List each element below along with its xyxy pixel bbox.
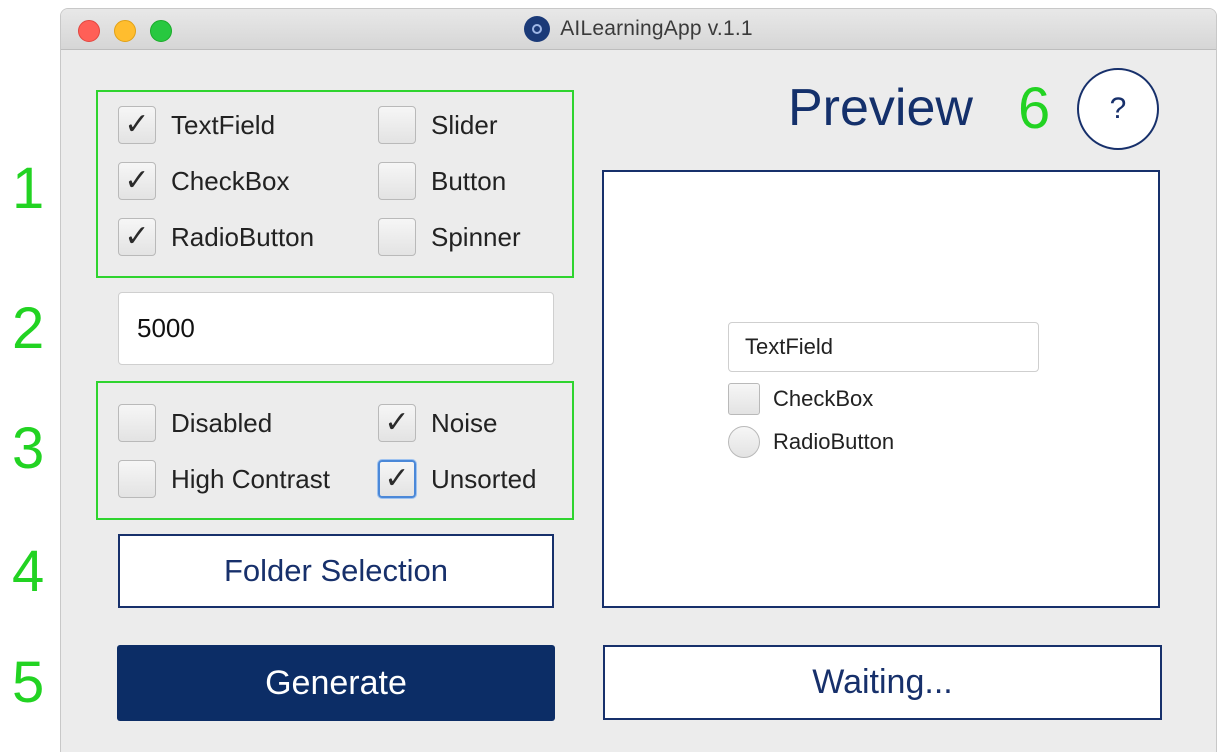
checkbox-label: Noise [431, 407, 498, 438]
preview-title: Preview [788, 79, 973, 137]
count-input[interactable]: 5000 [118, 292, 554, 365]
check-icon[interactable]: ✓ [118, 106, 156, 144]
checkbox-radiobutton[interactable]: ✓ RadioButton [118, 218, 314, 256]
radio-circle[interactable] [728, 426, 760, 458]
checkbox-box[interactable] [728, 383, 760, 415]
checkbox-slider[interactable]: Slider [378, 106, 497, 144]
annotation-1: 1 [12, 156, 45, 221]
options-group [96, 381, 574, 520]
help-button[interactable]: ? [1077, 68, 1159, 150]
checkbox-button[interactable]: Button [378, 162, 506, 200]
generate-button[interactable]: Generate [117, 645, 555, 721]
checkbox-label: Unsorted [431, 463, 537, 494]
annotation-5: 5 [12, 650, 45, 715]
checkbox-label: High Contrast [171, 463, 330, 494]
checkbox-unsorted[interactable]: ✓ Unsorted [378, 460, 537, 498]
title-bar: AILearningApp v.1.1 [61, 9, 1216, 50]
checkbox-checkbox[interactable]: ✓ CheckBox [118, 162, 290, 200]
checkbox-label: Slider [431, 109, 498, 140]
folder-selection-button[interactable]: Folder Selection [118, 534, 554, 608]
checkbox-disabled[interactable]: Disabled [118, 404, 272, 442]
app-icon [524, 16, 551, 42]
checkbox-spinner[interactable]: Spinner [378, 218, 521, 256]
checkbox-box[interactable] [378, 218, 416, 256]
checkbox-box[interactable] [118, 460, 156, 498]
stage: 1 2 3 4 5 AILearningApp v.1.1 ✓ TextFiel… [0, 0, 1217, 752]
checkbox-label: RadioButton [171, 221, 315, 252]
checkbox-label: Button [431, 165, 507, 196]
check-icon[interactable]: ✓ [378, 460, 416, 498]
check-icon[interactable]: ✓ [378, 404, 416, 442]
status-display: Waiting... [603, 645, 1162, 720]
checkbox-textfield[interactable]: ✓ TextField [118, 106, 275, 144]
checkbox-label: CheckBox [171, 165, 290, 196]
annotation-3: 3 [12, 416, 45, 481]
preview-checkbox[interactable]: CheckBox [728, 383, 873, 415]
check-icon[interactable]: ✓ [118, 218, 156, 256]
checkbox-noise[interactable]: ✓ Noise [378, 404, 497, 442]
checkbox-high-contrast[interactable]: High Contrast [118, 460, 330, 498]
annotation-4: 4 [12, 539, 45, 604]
annotation-6: 6 [1018, 76, 1051, 141]
check-icon[interactable]: ✓ [118, 162, 156, 200]
preview-textfield[interactable]: TextField [728, 322, 1039, 372]
checkbox-box[interactable] [378, 162, 416, 200]
preview-checkbox-label: CheckBox [773, 386, 874, 411]
annotation-2: 2 [12, 296, 45, 361]
window-title: AILearningApp v.1.1 [560, 17, 753, 40]
window-title-group: AILearningApp v.1.1 [61, 9, 1216, 49]
checkbox-box[interactable] [118, 404, 156, 442]
preview-radio-label: RadioButton [773, 429, 895, 454]
checkbox-label: TextField [171, 109, 276, 140]
checkbox-label: Disabled [171, 407, 273, 438]
checkbox-box[interactable] [378, 106, 416, 144]
preview-radiobutton[interactable]: RadioButton [728, 426, 894, 458]
preview-panel: TextField CheckBox RadioButton [602, 170, 1160, 608]
checkbox-label: Spinner [431, 221, 521, 252]
